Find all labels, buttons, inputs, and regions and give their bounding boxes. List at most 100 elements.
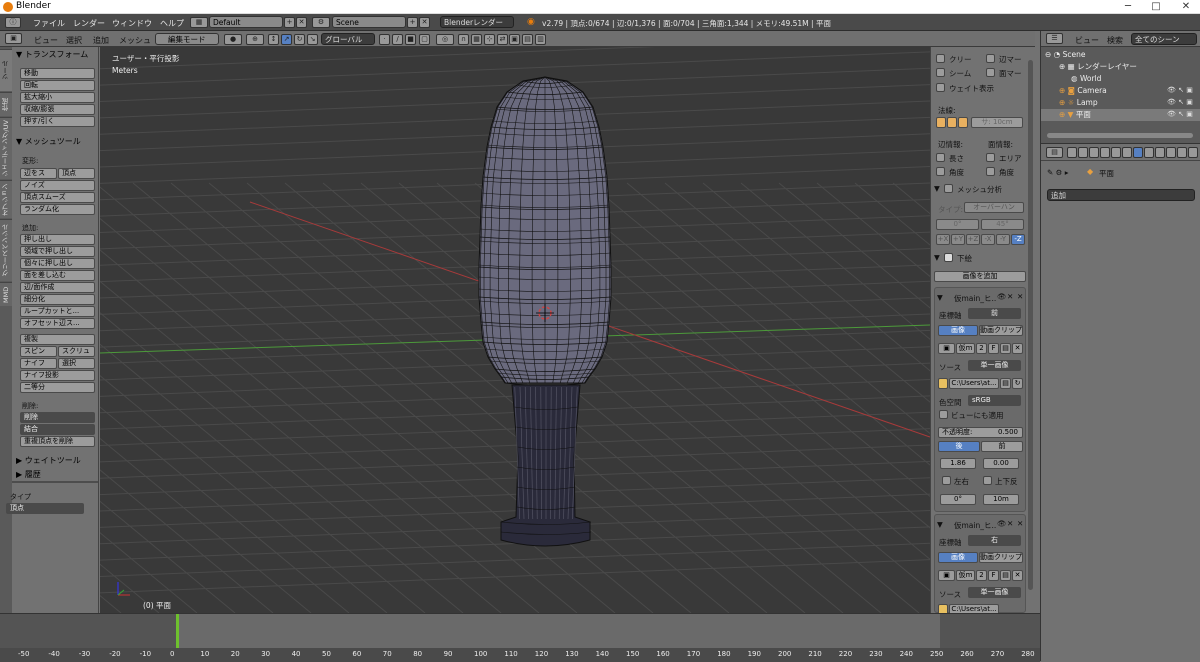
size-field[interactable]: 10m: [983, 494, 1019, 505]
face-area-checkbox[interactable]: [986, 153, 995, 162]
tab-tools[interactable]: ツール: [0, 49, 12, 91]
close-icon[interactable]: ✕: [1017, 292, 1023, 301]
source-select[interactable]: 単一画像: [968, 587, 1021, 598]
screen-layout-icon[interactable]: ▦: [190, 17, 208, 28]
menu-mesh[interactable]: メッシュ: [119, 35, 151, 46]
scale-button[interactable]: 拡大縮小: [20, 92, 95, 103]
axis-button[interactable]: -Z: [1011, 234, 1025, 245]
layout-field[interactable]: Default: [209, 16, 283, 28]
pin-icon[interactable]: ✎ ⚙ ▸: [1047, 168, 1069, 177]
tab-options[interactable]: オプション: [0, 180, 12, 218]
add-layout-icon[interactable]: +: [284, 17, 295, 28]
edge-slide-button[interactable]: 辺をス: [20, 168, 57, 179]
weight-display-checkbox[interactable]: [936, 83, 945, 92]
texture-tab-icon[interactable]: [1166, 147, 1176, 158]
editor-type-icon[interactable]: ⓘ: [5, 17, 21, 28]
analysis-type-select[interactable]: オーバーハン: [964, 202, 1024, 213]
scene-tab-icon[interactable]: [1089, 147, 1099, 158]
rotate-button[interactable]: 回転: [20, 80, 95, 91]
shrink-fatten-button[interactable]: 収縮/膨張: [20, 104, 95, 115]
visibility-icons[interactable]: 👁 ↖ ▣: [1167, 86, 1193, 94]
angle-min-field[interactable]: 0°: [936, 219, 979, 230]
edge-angle-checkbox[interactable]: [936, 167, 945, 176]
flip-y-checkbox[interactable]: [983, 476, 992, 485]
snap-target-icon[interactable]: ⊹: [484, 34, 495, 45]
render-image-icon[interactable]: ▤: [522, 34, 533, 45]
visibility-icons[interactable]: 👁 ↖ ▣: [1167, 98, 1193, 106]
menu-search[interactable]: 検索: [1107, 35, 1123, 46]
modifiers-tab-icon[interactable]: [1133, 147, 1143, 158]
timeline-ruler[interactable]: -50 -40 -30 -20 -10 0 10 20 30 40 50 60 70 80 90 100 110…: [0, 648, 1040, 662]
tab-shading-uv[interactable]: シェーディング/UV: [0, 117, 12, 179]
screw-button[interactable]: スクリュ: [58, 346, 95, 357]
split-normal-icon[interactable]: [947, 117, 957, 128]
remove-doubles-button[interactable]: 重複頂点を削除: [20, 436, 95, 447]
outliner-hscroll[interactable]: [1047, 133, 1193, 138]
smooth-vertex-button[interactable]: 頂点スムーズ: [20, 192, 95, 203]
back-toggle[interactable]: 後: [938, 441, 980, 452]
unlink-image-icon[interactable]: ✕: [1012, 343, 1023, 354]
edge-mark-checkbox[interactable]: [986, 54, 995, 63]
panel-weight-tools-header[interactable]: ▶ ウェイトツール: [16, 455, 81, 467]
render-preview-icon[interactable]: ▣: [509, 34, 520, 45]
snap-rotation-icon[interactable]: ⇄: [497, 34, 508, 45]
knife-select-button[interactable]: 選択: [58, 358, 95, 369]
extrude-individual-button[interactable]: 個々に押し出し: [20, 258, 95, 269]
spin-button[interactable]: スピン: [20, 346, 57, 357]
unlink-image-icon[interactable]: ✕: [1012, 570, 1023, 581]
layers-tab-icon[interactable]: [1078, 147, 1088, 158]
editor-type-icon[interactable]: ▤: [1046, 147, 1063, 158]
angle-max-field[interactable]: 45°: [981, 219, 1024, 230]
seam-checkbox[interactable]: [936, 68, 945, 77]
pivot-icon[interactable]: ⊕: [246, 34, 264, 45]
bisect-button[interactable]: 二等分: [20, 382, 95, 393]
render-tab-icon[interactable]: [1067, 147, 1077, 158]
collapse-icon[interactable]: ▼: [934, 184, 940, 193]
image-users[interactable]: 2: [976, 570, 987, 581]
front-toggle[interactable]: 前: [981, 441, 1023, 452]
collapse-icon[interactable]: ▼: [934, 253, 940, 262]
collapse-icon[interactable]: ▼: [937, 293, 943, 302]
world-tab-icon[interactable]: [1100, 147, 1110, 158]
render-anim-icon[interactable]: ▥: [535, 34, 546, 45]
face-select-icon[interactable]: ■: [405, 34, 416, 45]
orientation-select[interactable]: グローバル: [321, 33, 375, 45]
eye-icon[interactable]: 👁: [997, 292, 1007, 301]
face-mark-checkbox[interactable]: [986, 68, 995, 77]
crease-checkbox[interactable]: [936, 54, 945, 63]
3d-viewport[interactable]: ユーザー・平行投影 Meters (0) 平面: [100, 47, 930, 613]
maximize-button[interactable]: □: [1142, 0, 1170, 14]
close-icon[interactable]: ✕: [1017, 519, 1023, 528]
vertex-slide-button[interactable]: 頂点: [58, 168, 95, 179]
viewport-canvas[interactable]: [100, 47, 930, 613]
fake-user-button[interactable]: F: [988, 570, 999, 581]
image-source-tab[interactable]: 画像: [938, 552, 978, 563]
render-engine-select[interactable]: Blenderレンダー: [440, 16, 514, 28]
face-normal-icon[interactable]: [958, 117, 968, 128]
colorspace-select[interactable]: sRGB: [968, 395, 1021, 406]
opacity-field[interactable]: 不透明度: 0.500: [938, 427, 1023, 438]
object-tab-icon[interactable]: [1111, 147, 1121, 158]
particles-tab-icon[interactable]: [1177, 147, 1187, 158]
fake-user-button[interactable]: F: [988, 343, 999, 354]
vertex-normal-icon[interactable]: [936, 117, 946, 128]
mesh-analysis-checkbox[interactable]: [944, 184, 953, 193]
add-scene-icon[interactable]: +: [407, 17, 418, 28]
movie-source-tab[interactable]: 動画クリップ: [979, 325, 1023, 336]
outliner-item-world[interactable]: ◍ World: [1041, 73, 1200, 85]
noise-button[interactable]: ノイズ: [20, 180, 95, 191]
background-images-checkbox[interactable]: [944, 253, 953, 262]
mode-select[interactable]: 編集モード: [155, 33, 219, 45]
add-image-button[interactable]: 画像を追加: [934, 271, 1026, 282]
offset-edge-slide-button[interactable]: オフセット辺ス...: [20, 318, 95, 329]
knife-project-button[interactable]: ナイフ投影: [20, 370, 95, 381]
knife-button[interactable]: ナイフ: [20, 358, 57, 369]
edge-length-checkbox[interactable]: [936, 153, 945, 162]
current-frame-marker[interactable]: [176, 614, 179, 648]
normal-size-field[interactable]: サ: 10cm: [971, 117, 1023, 128]
menu-view[interactable]: ビュー: [34, 35, 58, 46]
merge-select[interactable]: 結合: [20, 424, 95, 435]
translate-button[interactable]: 移動: [20, 68, 95, 79]
proportional-icon[interactable]: ◎: [436, 34, 454, 45]
physics-tab-icon[interactable]: [1188, 147, 1198, 158]
